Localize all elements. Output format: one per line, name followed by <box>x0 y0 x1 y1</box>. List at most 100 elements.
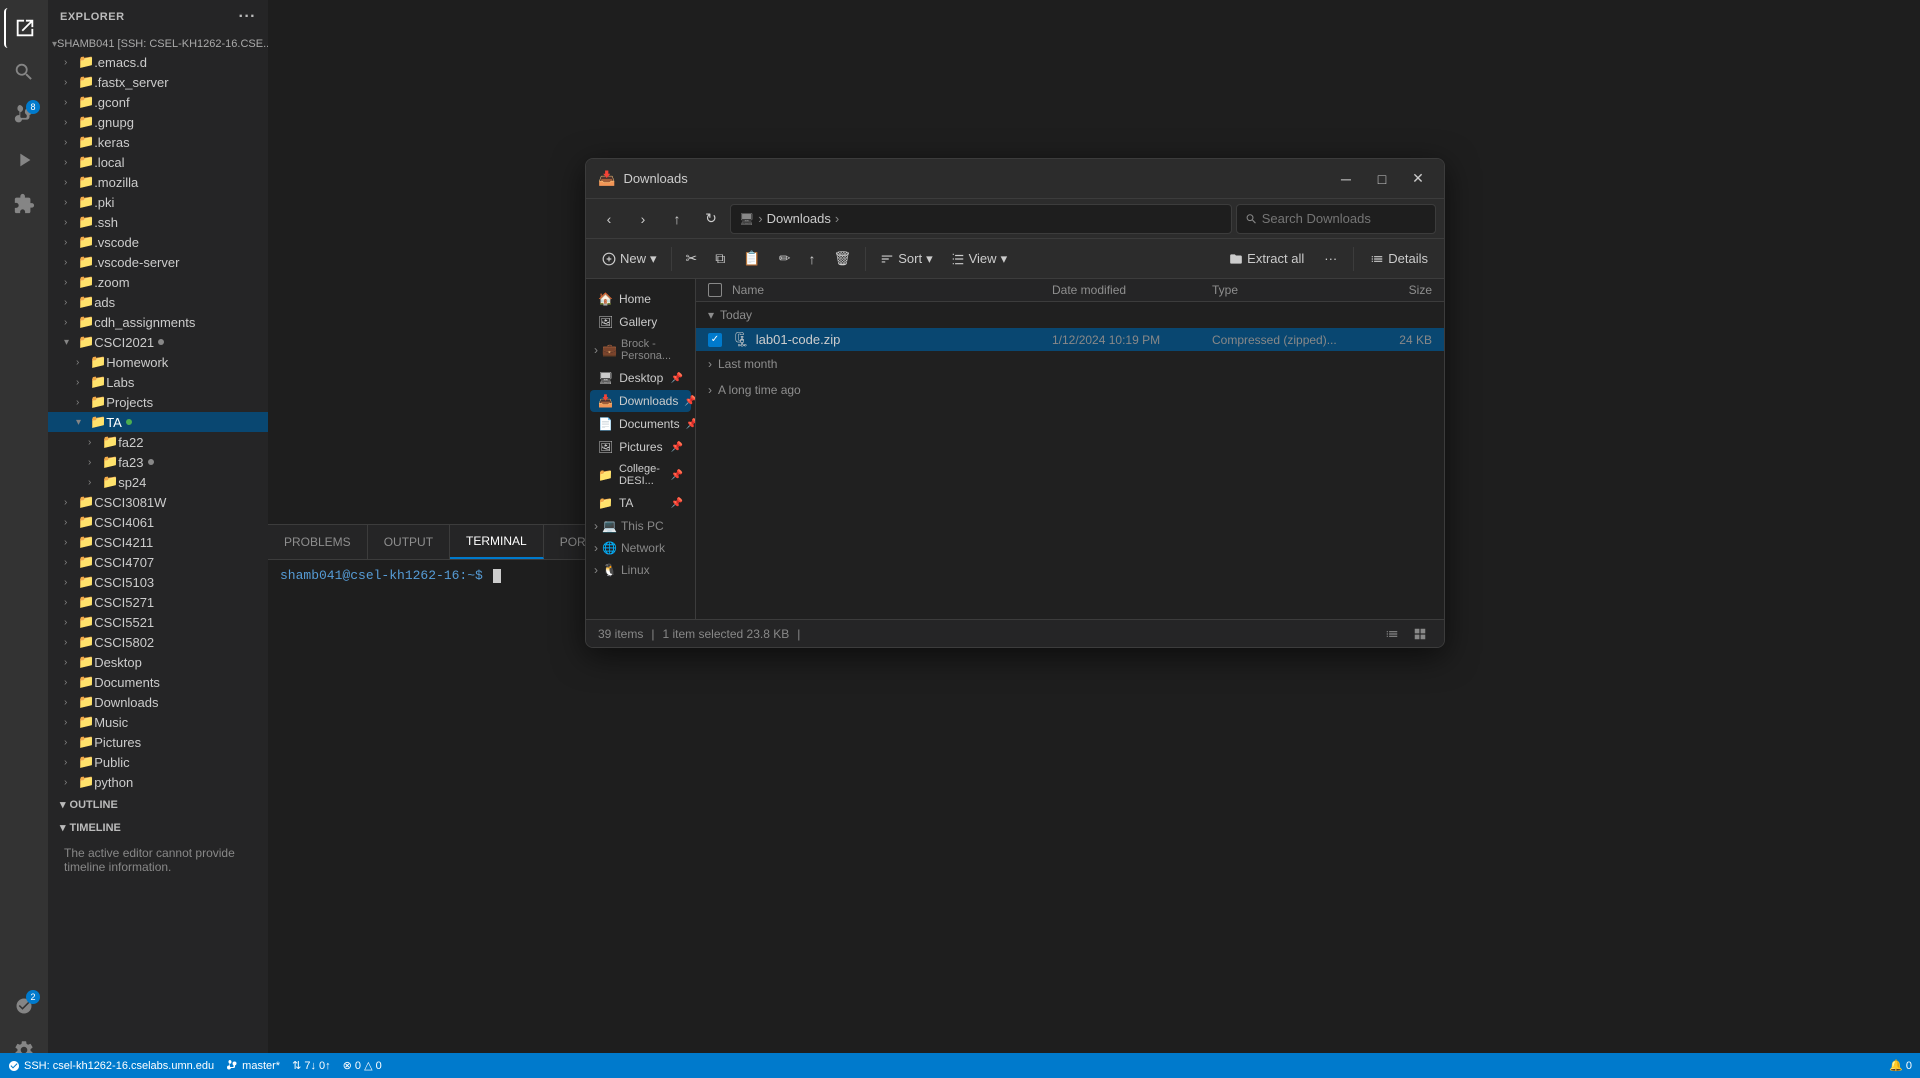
refresh-button[interactable]: ↻ <box>696 204 726 234</box>
outline-section[interactable]: ▾ OUTLINE <box>48 792 268 815</box>
maximize-button[interactable]: □ <box>1368 165 1396 193</box>
tree-fastx[interactable]: ›📁.fastx_server <box>48 72 268 92</box>
rename-button[interactable]: ✏ <box>771 246 799 271</box>
tab-terminal[interactable]: TERMINAL <box>450 525 544 559</box>
tree-desktop[interactable]: ›📁Desktop <box>48 652 268 672</box>
col-header-date[interactable]: Date modified <box>1052 283 1212 297</box>
run-icon[interactable] <box>4 140 44 180</box>
col-header-name[interactable]: Name <box>732 283 1052 297</box>
tree-csci5103[interactable]: ›📁CSCI5103 <box>48 572 268 592</box>
cut-button[interactable]: ✂ <box>678 246 706 271</box>
col-header-type[interactable]: Type <box>1212 283 1352 297</box>
tree-pictures[interactable]: ›📁Pictures <box>48 732 268 752</box>
nav-group-thispc[interactable]: › 💻 This PC <box>586 515 695 537</box>
tree-homework[interactable]: ›📁Homework <box>48 352 268 372</box>
paste-button[interactable]: 📋 <box>735 246 768 271</box>
tree-cdh[interactable]: ›📁cdh_assignments <box>48 312 268 332</box>
col-header-size[interactable]: Size <box>1352 283 1432 297</box>
tree-python[interactable]: ›📁python <box>48 772 268 792</box>
tree-csci3081w[interactable]: ›📁CSCI3081W <box>48 492 268 512</box>
tree-fa23[interactable]: ›📁fa23 <box>48 452 268 472</box>
tree-local[interactable]: ›📁.local <box>48 152 268 172</box>
extensions-icon[interactable] <box>4 184 44 224</box>
tree-csci4061[interactable]: ›📁CSCI4061 <box>48 512 268 532</box>
tree-gconf[interactable]: ›📁.gconf <box>48 92 268 112</box>
nav-group-linux[interactable]: › 🐧 Linux <box>586 559 695 581</box>
up-button[interactable]: ↑ <box>662 204 692 234</box>
tree-csci4707[interactable]: ›📁CSCI4707 <box>48 552 268 572</box>
tree-csci4211[interactable]: ›📁CSCI4211 <box>48 532 268 552</box>
search-bar[interactable] <box>1236 204 1436 234</box>
header-check[interactable] <box>708 283 732 297</box>
nav-gallery[interactable]: 🖼 Gallery <box>590 311 691 333</box>
search-icon[interactable] <box>4 52 44 92</box>
tree-pki[interactable]: ›📁.pki <box>48 192 268 212</box>
tree-csci5802[interactable]: ›📁CSCI5802 <box>48 632 268 652</box>
minimize-button[interactable]: ─ <box>1332 165 1360 193</box>
address-downloads[interactable]: Downloads <box>767 211 831 226</box>
tree-csci2021[interactable]: ▾📁CSCI2021 <box>48 332 268 352</box>
tree-fa22[interactable]: ›📁fa22 <box>48 432 268 452</box>
list-view-button[interactable] <box>1380 622 1404 646</box>
search-input[interactable] <box>1262 211 1427 226</box>
forward-button[interactable]: › <box>628 204 658 234</box>
more-button[interactable]: ··· <box>1316 247 1345 270</box>
tree-ssh[interactable]: ›📁.ssh <box>48 212 268 232</box>
tree-music[interactable]: ›📁Music <box>48 712 268 732</box>
tree-downloads[interactable]: ›📁Downloads <box>48 692 268 712</box>
nav-group-network[interactable]: › 🌐 Network <box>586 537 695 559</box>
status-ssh[interactable]: SSH: csel-kh1262-16.cselabs.umn.edu <box>8 1060 214 1072</box>
new-button[interactable]: New ▾ <box>594 247 665 271</box>
share-button[interactable]: ↑ <box>800 247 823 271</box>
file-check-lab01[interactable]: ✓ <box>708 333 732 347</box>
extract-all-button[interactable]: Extract all <box>1221 247 1312 270</box>
nav-college[interactable]: 📁 College-DESI... 📌 <box>590 459 691 491</box>
group-today[interactable]: ▾ Today <box>696 302 1444 328</box>
nav-desktop[interactable]: 🖥 Desktop 📌 <box>590 367 691 389</box>
tree-csci5521[interactable]: ›📁CSCI5521 <box>48 612 268 632</box>
address-bar[interactable]: 🖥 › Downloads › <box>730 204 1232 234</box>
group-longtime[interactable]: › A long time ago <box>696 377 1444 403</box>
back-button[interactable]: ‹ <box>594 204 624 234</box>
tree-root[interactable]: ▾ SHAMB041 [SSH: CSEL-KH1262-16.CSE... <box>48 36 268 52</box>
grid-view-button[interactable] <box>1408 622 1432 646</box>
tree-csci5271[interactable]: ›📁CSCI5271 <box>48 592 268 612</box>
close-button[interactable]: ✕ <box>1404 165 1432 193</box>
file-checkbox-lab01[interactable]: ✓ <box>708 333 722 347</box>
nav-documents[interactable]: 📄 Documents 📌 <box>590 413 691 435</box>
tree-sp24[interactable]: ›📁sp24 <box>48 472 268 492</box>
nav-pictures[interactable]: 🖼 Pictures 📌 <box>590 436 691 458</box>
tree-labs[interactable]: ›📁Labs <box>48 372 268 392</box>
tab-problems[interactable]: PROBLEMS <box>268 525 368 559</box>
tree-zoom[interactable]: ›📁.zoom <box>48 272 268 292</box>
tree-documents[interactable]: ›📁Documents <box>48 672 268 692</box>
nav-home[interactable]: 🏠 Home <box>590 288 691 310</box>
explorer-icon[interactable] <box>4 8 44 48</box>
tree-keras[interactable]: ›📁.keras <box>48 132 268 152</box>
status-notifications[interactable]: 🔔 0 <box>1889 1059 1912 1072</box>
source-control-icon[interactable]: 8 <box>4 96 44 136</box>
details-button[interactable]: Details <box>1362 247 1436 270</box>
nav-downloads[interactable]: 📥 Downloads 📌 <box>590 390 691 412</box>
status-branch[interactable]: master* <box>226 1060 280 1072</box>
tree-emacs[interactable]: ›📁.emacs.d <box>48 52 268 72</box>
nav-group-brock[interactable]: › 💼 Brock - Persona... <box>586 334 695 366</box>
group-lastmonth[interactable]: › Last month <box>696 351 1444 377</box>
sort-button[interactable]: Sort ▾ <box>872 247 940 271</box>
status-errors[interactable]: ⊗ 0 △ 0 <box>343 1059 382 1072</box>
tree-vscode[interactable]: ›📁.vscode <box>48 232 268 252</box>
select-all-checkbox[interactable] <box>708 283 722 297</box>
tree-projects[interactable]: ›📁Projects <box>48 392 268 412</box>
tree-ta[interactable]: ▾📁TA <box>48 412 268 432</box>
tab-output[interactable]: OUTPUT <box>368 525 450 559</box>
nav-ta[interactable]: 📁 TA 📌 <box>590 492 691 514</box>
status-sync[interactable]: ⇅ 7↓ 0↑ <box>292 1059 331 1072</box>
tree-public[interactable]: ›📁Public <box>48 752 268 772</box>
remote-icon[interactable]: 2 <box>4 986 44 1026</box>
explorer-menu-button[interactable]: ··· <box>239 8 256 26</box>
tree-gnupg[interactable]: ›📁.gnupg <box>48 112 268 132</box>
tree-ads[interactable]: ›📁ads <box>48 292 268 312</box>
file-row-lab01[interactable]: ✓ 🗜 lab01-code.zip 1/12/2024 10:19 PM Co… <box>696 328 1444 351</box>
copy-button[interactable]: ⧉ <box>707 246 733 271</box>
delete-button[interactable]: 🗑 <box>825 246 859 271</box>
